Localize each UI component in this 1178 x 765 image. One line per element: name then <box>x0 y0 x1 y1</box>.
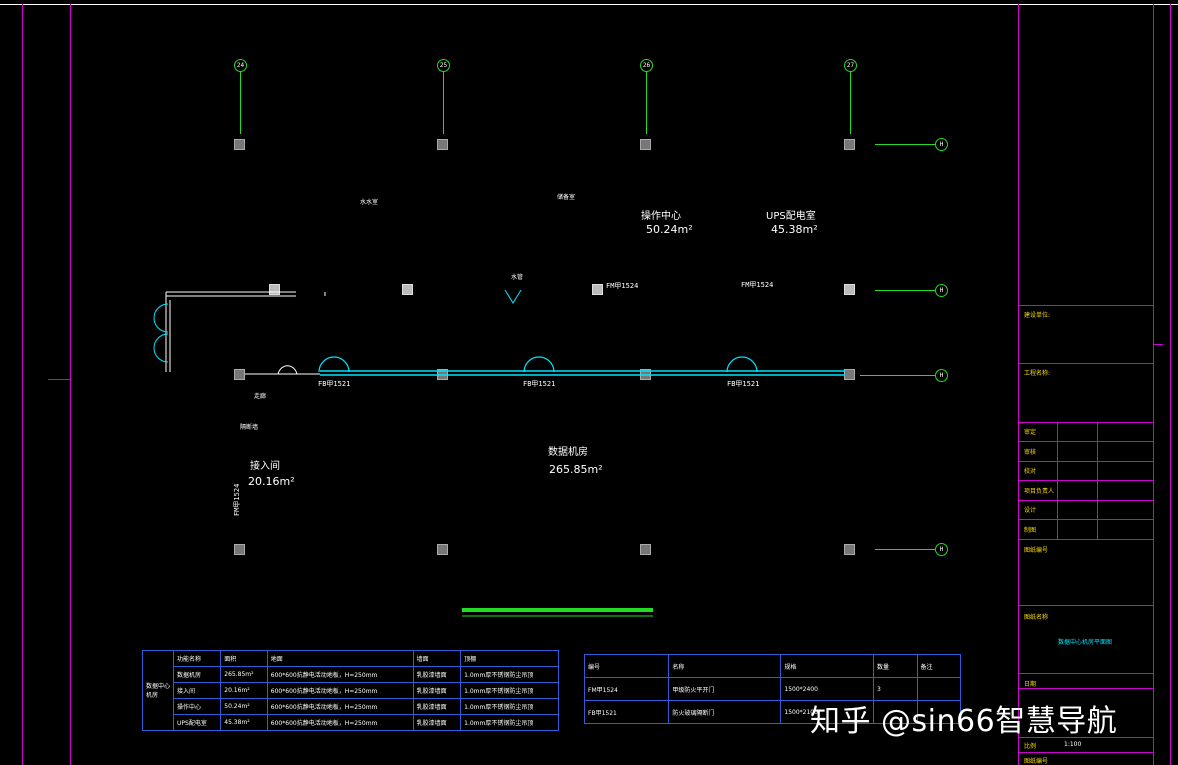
tb-line <box>1018 688 1153 689</box>
tb-line <box>1018 480 1153 481</box>
corridor-label: 走廊 <box>254 393 267 400</box>
table-header: 功能名称 <box>172 650 222 667</box>
tb-drawing-name-label: 图纸名称 <box>1024 614 1049 621</box>
tb-line <box>1018 461 1153 462</box>
tb-row-label: 校对 <box>1024 468 1037 475</box>
door-swing <box>277 365 298 375</box>
table-header-row: 编号 名称 规格 数量 备注 <box>583 654 961 678</box>
tb-line <box>1018 441 1153 442</box>
tb-line <box>1018 539 1153 540</box>
table-cell: 1.0mm厚不锈钢防尘吊顶 <box>460 682 559 699</box>
door-label: FM甲1524 <box>741 281 774 289</box>
table-cell: 乳胶漆墙面 <box>412 682 462 699</box>
door-swing <box>504 289 522 304</box>
tb-scale-value: 1:100 <box>1064 741 1082 748</box>
table-group-cell: 数据中心机房 <box>142 650 174 731</box>
tb-line <box>1018 519 1153 520</box>
table-header-row: 数据中心机房 功能名称 面积 地面 墙面 顶棚 <box>142 650 559 731</box>
tb-line <box>1018 605 1153 606</box>
room-finish-table: 数据中心机房 功能名称 面积 地面 墙面 顶棚 数据机房 265.85m² 60… <box>142 650 559 731</box>
table-header: 名称 <box>668 654 782 678</box>
table-cell: 265.85m² <box>220 666 268 683</box>
table-cell: 数据机房 <box>172 666 222 683</box>
door-swing <box>523 356 540 373</box>
tb-project-label: 工程名称: <box>1024 370 1051 377</box>
tb-drawing-number-label: 图纸编号 <box>1024 547 1049 554</box>
door-label: FB甲1521 <box>727 380 760 388</box>
table-row: 接入间 20.16m² 600*600抗静电活动地板，H=250mm 乳胶漆墙面… <box>143 682 559 699</box>
door-swing <box>726 356 743 373</box>
table-row: 操作中心 50.24m² 600*600抗静电活动地板，H=250mm 乳胶漆墙… <box>143 698 559 715</box>
room-area-ups: 45.38m² <box>771 223 818 236</box>
tb-line <box>1018 363 1153 364</box>
tb-scale-label: 比例 <box>1024 743 1037 750</box>
table-cell: 20.16m² <box>220 682 268 699</box>
table-cell: 乳胶漆墙面 <box>412 698 462 715</box>
tb-client-label: 建设单位: <box>1024 312 1051 319</box>
tb-row-label: 设计 <box>1024 507 1037 514</box>
tb-line <box>1018 422 1153 423</box>
door-swing <box>333 356 350 373</box>
door-swing <box>741 356 758 373</box>
table-cell: 1.0mm厚不锈钢防尘吊顶 <box>460 666 559 683</box>
table-cell: 甲级防火平开门 <box>668 677 782 701</box>
table-cell: FB甲1521 <box>583 700 670 724</box>
table-cell: 1.0mm厚不锈钢防尘吊顶 <box>460 714 559 731</box>
table-row: UPS配电室 45.38m² 600*600抗静电活动地板，H=250mm 乳胶… <box>143 714 559 731</box>
table-cell: 50.24m² <box>220 698 268 715</box>
table-header: 规格 <box>780 654 875 678</box>
room-label-small: 储备室 <box>557 194 576 201</box>
tb-row-label: 制图 <box>1024 527 1037 534</box>
room-name-ups: UPS配电室 <box>766 211 816 222</box>
table-cell: 防火玻璃隔断门 <box>668 700 782 724</box>
tb-date-label: 日期 <box>1024 681 1037 688</box>
side-label: 隔断墙 <box>240 424 259 431</box>
tb-line <box>1018 752 1153 753</box>
room-area-entry: 20.16m² <box>248 475 295 488</box>
tb-row-label: 审定 <box>1024 429 1037 436</box>
door-label: FM甲1524 <box>606 282 639 290</box>
table-header: 地面 <box>266 650 414 667</box>
table-cell: 乳胶漆墙面 <box>412 714 462 731</box>
table-row: 数据机房 265.85m² 600*600抗静电活动地板，H=250mm 乳胶漆… <box>143 666 559 683</box>
room-area-control-center: 50.24m² <box>646 223 693 236</box>
table-cell: 600*600抗静电活动地板，H=250mm <box>266 714 414 731</box>
tb-line <box>1018 305 1153 306</box>
pipe-label: 水管 <box>511 274 524 281</box>
room-area-data: 265.85m² <box>549 463 603 476</box>
tb-line <box>1018 500 1153 501</box>
table-header: 面积 <box>220 650 268 667</box>
tb-row-label: 项目负责人 <box>1024 488 1055 495</box>
table-cell: 1.0mm厚不锈钢防尘吊顶 <box>460 698 559 715</box>
table-cell: 操作中心 <box>172 698 222 715</box>
door-swing <box>538 356 555 373</box>
table-header: 数量 <box>873 654 918 678</box>
door-label: FB甲1521 <box>318 380 351 388</box>
table-cell: 接入间 <box>172 682 222 699</box>
tb-row-label: 审核 <box>1024 449 1037 456</box>
table-cell: FM甲1524 <box>583 677 670 701</box>
room-name-data: 数据机房 <box>548 447 588 458</box>
table-cell: 600*600抗静电活动地板，H=250mm <box>266 698 414 715</box>
tb-drawing-name: 数据中心机房平面图 <box>1058 639 1113 646</box>
table-cell: 乳胶漆墙面 <box>412 666 462 683</box>
table-cell: 600*600抗静电活动地板，H=250mm <box>266 682 414 699</box>
door-swing <box>318 356 335 373</box>
door-label: FB甲1521 <box>523 380 556 388</box>
room-name-entry: 接入间 <box>250 461 280 472</box>
table-cell: 45.38m² <box>220 714 268 731</box>
table-header: 备注 <box>916 654 961 678</box>
room-label-small: 水水室 <box>360 199 379 206</box>
table-cell: UPS配电室 <box>172 714 222 731</box>
table-cell: 600*600抗静电活动地板，H=250mm <box>266 666 414 683</box>
door-label: FM甲1524 <box>233 483 241 516</box>
table-header: 墙面 <box>412 650 462 667</box>
table-header: 编号 <box>583 654 670 678</box>
table-header: 顶棚 <box>460 650 559 667</box>
tb-line <box>1018 673 1153 674</box>
watermark-text: 知乎 @sin66智慧导航 <box>810 704 1118 739</box>
room-name-control-center: 操作中心 <box>641 211 681 222</box>
scale-bar <box>462 608 653 612</box>
tb-sheet-label: 图纸编号 <box>1024 758 1049 765</box>
